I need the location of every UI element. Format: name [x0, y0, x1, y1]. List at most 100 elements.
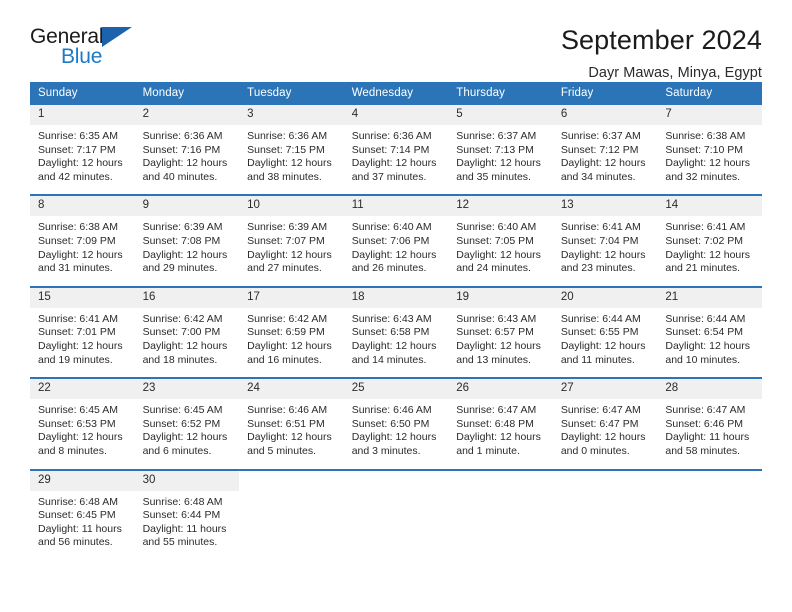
day-number	[239, 470, 344, 491]
sunrise-text: Sunrise: 6:43 AM	[351, 312, 432, 325]
logo-text-general: General	[30, 25, 104, 48]
day-cell[interactable]: 14 Sunrise: 6:41 AM Sunset: 7:02 PM Dayl…	[657, 194, 762, 287]
day-cell[interactable]: 3 Sunrise: 6:36 AM Sunset: 7:15 PM Dayli…	[239, 105, 344, 196]
day-details: Sunrise: 6:47 AM Sunset: 6:48 PM Dayligh…	[448, 399, 553, 468]
day-details: Sunrise: 6:38 AM Sunset: 7:10 PM Dayligh…	[657, 125, 762, 194]
general-blue-logo[interactable]: General Blue	[30, 26, 160, 72]
week-row: 1 Sunrise: 6:35 AM Sunset: 7:17 PM Dayli…	[30, 105, 762, 196]
day-cell-empty	[657, 468, 762, 560]
day-cell[interactable]: 18 Sunrise: 6:43 AM Sunset: 6:58 PM Dayl…	[343, 285, 449, 379]
day-cell[interactable]: 19 Sunrise: 6:43 AM Sunset: 6:57 PM Dayl…	[448, 285, 553, 379]
day-cell[interactable]: 24 Sunrise: 6:46 AM Sunset: 6:51 PM Dayl…	[239, 377, 344, 470]
daylight-text-line2: and 18 minutes.	[142, 353, 218, 366]
week-row: 22 Sunrise: 6:45 AM Sunset: 6:53 PM Dayl…	[30, 377, 762, 470]
daylight-text-line1: Daylight: 12 hours	[456, 248, 541, 261]
day-cell[interactable]: 26 Sunrise: 6:47 AM Sunset: 6:48 PM Dayl…	[448, 377, 553, 470]
day-cell[interactable]: 16 Sunrise: 6:42 AM Sunset: 7:00 PM Dayl…	[134, 285, 240, 379]
day-cell[interactable]: 11 Sunrise: 6:40 AM Sunset: 7:06 PM Dayl…	[343, 194, 449, 287]
day-cell[interactable]: 17 Sunrise: 6:42 AM Sunset: 6:59 PM Dayl…	[239, 285, 344, 379]
day-cell[interactable]: 4 Sunrise: 6:36 AM Sunset: 7:14 PM Dayli…	[343, 105, 449, 196]
daylight-text-line2: and 29 minutes.	[142, 262, 218, 275]
day-cell[interactable]: 29 Sunrise: 6:48 AM Sunset: 6:45 PM Dayl…	[30, 468, 135, 560]
sunrise-text: Sunrise: 6:40 AM	[351, 221, 432, 234]
day-details: Sunrise: 6:36 AM Sunset: 7:14 PM Dayligh…	[344, 125, 449, 194]
day-cell[interactable]: 25 Sunrise: 6:46 AM Sunset: 6:50 PM Dayl…	[343, 377, 449, 470]
day-cell[interactable]: 5 Sunrise: 6:37 AM Sunset: 7:13 PM Dayli…	[448, 105, 553, 196]
day-details: Sunrise: 6:43 AM Sunset: 6:58 PM Dayligh…	[344, 308, 449, 377]
weekday-header-monday: Monday	[134, 82, 240, 105]
day-details: Sunrise: 6:37 AM Sunset: 7:12 PM Dayligh…	[553, 125, 658, 194]
day-details: Sunrise: 6:45 AM Sunset: 6:53 PM Dayligh…	[30, 399, 135, 468]
day-number: 21	[657, 287, 762, 308]
sunrise-text: Sunrise: 6:45 AM	[38, 404, 118, 417]
sunrise-text: Sunrise: 6:44 AM	[665, 312, 746, 325]
daylight-text-line1: Daylight: 12 hours	[38, 157, 123, 170]
daylight-text-line1: Daylight: 12 hours	[665, 157, 751, 170]
daylight-text-line2: and 38 minutes.	[247, 170, 322, 183]
day-number: 26	[448, 379, 553, 400]
day-cell[interactable]: 10 Sunrise: 6:39 AM Sunset: 7:07 PM Dayl…	[239, 194, 344, 287]
daylight-text-line1: Daylight: 12 hours	[351, 248, 437, 261]
weekday-header-saturday: Saturday	[657, 82, 762, 105]
day-cell[interactable]: 30 Sunrise: 6:48 AM Sunset: 6:44 PM Dayl…	[134, 468, 240, 560]
day-cell[interactable]: 9 Sunrise: 6:39 AM Sunset: 7:08 PM Dayli…	[134, 194, 240, 287]
day-number: 17	[239, 287, 344, 308]
sunset-text: Sunset: 7:08 PM	[142, 234, 221, 247]
sunset-text: Sunset: 7:13 PM	[456, 143, 534, 156]
day-details: Sunrise: 6:37 AM Sunset: 7:13 PM Dayligh…	[448, 125, 553, 194]
daylight-text-line1: Daylight: 12 hours	[351, 431, 437, 444]
sunset-text: Sunset: 6:50 PM	[351, 417, 430, 430]
daylight-text-line2: and 24 minutes.	[456, 262, 531, 275]
weekday-header-friday: Friday	[552, 82, 658, 105]
daylight-text-line2: and 21 minutes.	[665, 262, 741, 275]
day-details: Sunrise: 6:47 AM Sunset: 6:46 PM Dayligh…	[657, 399, 762, 468]
day-cell[interactable]: 21 Sunrise: 6:44 AM Sunset: 6:54 PM Dayl…	[657, 285, 762, 379]
sunrise-text: Sunrise: 6:37 AM	[456, 130, 537, 142]
sunset-text: Sunset: 6:52 PM	[142, 417, 221, 430]
day-cell[interactable]: 12 Sunrise: 6:40 AM Sunset: 7:05 PM Dayl…	[448, 194, 553, 287]
day-cell[interactable]: 27 Sunrise: 6:47 AM Sunset: 6:47 PM Dayl…	[552, 377, 658, 470]
sunset-text: Sunset: 6:51 PM	[247, 417, 325, 430]
day-cell[interactable]: 15 Sunrise: 6:41 AM Sunset: 7:01 PM Dayl…	[30, 285, 135, 379]
day-details: Sunrise: 6:43 AM Sunset: 6:57 PM Dayligh…	[448, 308, 553, 377]
day-number	[552, 470, 658, 491]
sunrise-text: Sunrise: 6:36 AM	[247, 130, 328, 142]
day-cell[interactable]: 23 Sunrise: 6:45 AM Sunset: 6:52 PM Dayl…	[134, 377, 240, 470]
daylight-text-line2: and 37 minutes.	[351, 170, 427, 183]
day-cell[interactable]: 28 Sunrise: 6:47 AM Sunset: 6:46 PM Dayl…	[657, 377, 762, 470]
daylight-text-line2: and 11 minutes.	[560, 353, 635, 366]
daylight-text-line1: Daylight: 12 hours	[456, 157, 541, 170]
daylight-text-line2: and 56 minutes.	[38, 536, 113, 549]
sunset-text: Sunset: 6:44 PM	[142, 509, 221, 522]
daylight-text-line2: and 0 minutes.	[560, 444, 630, 457]
day-number: 22	[30, 379, 135, 400]
day-cell[interactable]: 2 Sunrise: 6:36 AM Sunset: 7:16 PM Dayli…	[134, 105, 240, 196]
day-number: 10	[239, 196, 344, 217]
sunrise-text: Sunrise: 6:36 AM	[351, 130, 432, 142]
day-cell[interactable]: 1 Sunrise: 6:35 AM Sunset: 7:17 PM Dayli…	[30, 105, 135, 196]
day-cell[interactable]: 22 Sunrise: 6:45 AM Sunset: 6:53 PM Dayl…	[30, 377, 135, 470]
day-cell[interactable]: 8 Sunrise: 6:38 AM Sunset: 7:09 PM Dayli…	[30, 194, 135, 287]
daylight-text-line1: Daylight: 12 hours	[142, 248, 228, 261]
day-cell[interactable]: 20 Sunrise: 6:44 AM Sunset: 6:55 PM Dayl…	[552, 285, 658, 379]
day-cell[interactable]: 7 Sunrise: 6:38 AM Sunset: 7:10 PM Dayli…	[657, 105, 762, 196]
sunrise-text: Sunrise: 6:42 AM	[142, 312, 223, 325]
daylight-text-line2: and 58 minutes.	[665, 444, 741, 457]
daylight-text-line1: Daylight: 12 hours	[247, 339, 332, 352]
sunrise-text: Sunrise: 6:47 AM	[665, 404, 746, 417]
sunrise-text: Sunrise: 6:38 AM	[38, 221, 118, 234]
day-number: 2	[134, 105, 240, 125]
sunset-text: Sunset: 7:01 PM	[38, 326, 116, 339]
day-details: Sunrise: 6:41 AM Sunset: 7:02 PM Dayligh…	[657, 216, 762, 285]
day-cell[interactable]: 13 Sunrise: 6:41 AM Sunset: 7:04 PM Dayl…	[552, 194, 658, 287]
day-details: Sunrise: 6:40 AM Sunset: 7:05 PM Dayligh…	[448, 216, 553, 285]
day-cell[interactable]: 6 Sunrise: 6:37 AM Sunset: 7:12 PM Dayli…	[552, 105, 658, 196]
day-number: 7	[657, 105, 762, 125]
sunrise-text: Sunrise: 6:41 AM	[665, 221, 746, 234]
daylight-text-line1: Daylight: 12 hours	[351, 339, 437, 352]
daylight-text-line1: Daylight: 12 hours	[142, 431, 228, 444]
day-details: Sunrise: 6:36 AM Sunset: 7:15 PM Dayligh…	[239, 125, 344, 194]
sunrise-text: Sunrise: 6:43 AM	[456, 312, 537, 325]
sunset-text: Sunset: 6:54 PM	[665, 326, 744, 339]
sunrise-text: Sunrise: 6:48 AM	[38, 495, 118, 508]
